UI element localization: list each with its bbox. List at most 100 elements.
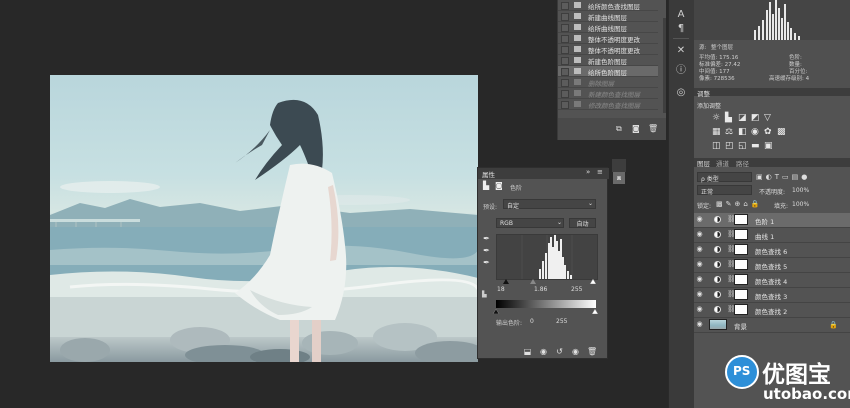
input-black-value[interactable]: 18 bbox=[497, 286, 505, 293]
invert-icon[interactable]: ◫ bbox=[712, 141, 721, 151]
visibility-eye-icon[interactable]: ◉ bbox=[696, 291, 703, 298]
layer-row[interactable]: ◉ 背景 🔒 bbox=[694, 318, 850, 333]
source-value[interactable]: 整个图层 bbox=[711, 43, 733, 51]
visibility-eye-icon[interactable]: ◉ bbox=[571, 347, 580, 356]
vibrance-icon[interactable]: ▽ bbox=[764, 113, 771, 123]
input-sliders[interactable] bbox=[496, 278, 596, 284]
visibility-eye-icon[interactable]: ◉ bbox=[696, 231, 703, 238]
brightness-icon[interactable]: ☼ bbox=[712, 113, 720, 123]
color-lookup-icon[interactable]: ▩ bbox=[777, 127, 786, 137]
layer-mask-thumbnail[interactable] bbox=[734, 214, 748, 225]
character-icon[interactable]: A bbox=[674, 8, 688, 22]
history-checkbox[interactable] bbox=[561, 57, 569, 65]
panel-collapse-icon[interactable] bbox=[612, 159, 626, 172]
new-snapshot-icon[interactable]: ⧉ bbox=[616, 124, 622, 134]
layer-mask-thumbnail[interactable] bbox=[734, 304, 748, 315]
history-item[interactable]: 删除图层 bbox=[558, 77, 658, 88]
layer-mask-thumbnail[interactable] bbox=[734, 289, 748, 300]
info-icon[interactable]: ⓘ bbox=[674, 64, 688, 78]
tab-paths[interactable]: 路径 bbox=[736, 158, 749, 168]
fill-value[interactable]: 100% bbox=[792, 201, 809, 208]
gray-eyedropper-icon[interactable]: ✒ bbox=[482, 246, 491, 255]
history-checkbox[interactable] bbox=[561, 101, 569, 109]
visibility-eye-icon[interactable]: ◉ bbox=[696, 216, 703, 223]
black-white-icon[interactable]: ◧ bbox=[738, 127, 747, 137]
input-white-value[interactable]: 255 bbox=[571, 286, 582, 293]
layer-row[interactable]: ◉ ⛓ 颜色查找 6 bbox=[694, 243, 850, 258]
history-checkbox[interactable] bbox=[561, 24, 569, 32]
white-eyedropper-icon[interactable]: ✒ bbox=[482, 258, 491, 267]
layer-row[interactable]: ◉ ⛓ 颜色查找 2 bbox=[694, 303, 850, 318]
camera-icon[interactable]: ◙ bbox=[632, 124, 640, 133]
history-item[interactable]: 新建颜色查找图层 bbox=[558, 88, 658, 99]
blend-mode-select[interactable]: 正常 bbox=[697, 185, 752, 196]
filter-icons[interactable]: ▣◐T▭▤● bbox=[756, 173, 810, 181]
exposure-icon[interactable]: ◩ bbox=[751, 113, 760, 123]
layer-row[interactable]: ◉ ⛓ 色阶 1 bbox=[694, 213, 850, 228]
clip-to-layer-icon[interactable]: ⬓ bbox=[523, 347, 532, 356]
hue-saturation-icon[interactable]: ▦ bbox=[712, 127, 721, 137]
properties-dock-icon[interactable]: ⧈ bbox=[613, 172, 625, 184]
history-item[interactable]: 整体不透明度更改 bbox=[558, 33, 658, 44]
levels-icon[interactable]: ▙ bbox=[725, 113, 732, 123]
visibility-eye-icon[interactable]: ◉ bbox=[696, 246, 703, 253]
output-sliders[interactable] bbox=[492, 308, 600, 314]
layer-row[interactable]: ◉ ⛓ 颜色查找 4 bbox=[694, 273, 850, 288]
output-black-value[interactable]: 0 bbox=[530, 318, 534, 325]
history-item[interactable]: 修改颜色查找图层 bbox=[558, 99, 658, 110]
color-balance-icon[interactable]: ⚖ bbox=[725, 127, 733, 137]
collapse-icon[interactable]: » bbox=[586, 168, 590, 176]
posterize-icon[interactable]: ◰ bbox=[725, 141, 734, 151]
gradient-map-icon[interactable]: ▬ bbox=[751, 141, 760, 151]
history-scrollbar[interactable] bbox=[663, 18, 666, 113]
visibility-eye-icon[interactable]: ◉ bbox=[696, 276, 703, 283]
layer-row[interactable]: ◉ ⛓ 曲线 1 bbox=[694, 228, 850, 243]
mask-icon[interactable]: ◙ bbox=[495, 181, 503, 190]
history-checkbox[interactable] bbox=[561, 2, 569, 10]
history-item[interactable]: 新建曲线图层 bbox=[558, 11, 658, 22]
history-item[interactable]: 整体不透明度更改 bbox=[558, 44, 658, 55]
trash-icon[interactable]: 🗑 bbox=[648, 124, 658, 133]
brush-settings-icon[interactable]: ◎ bbox=[674, 86, 688, 100]
input-gamma-value[interactable]: 1.86 bbox=[534, 286, 547, 293]
layer-mask-thumbnail[interactable] bbox=[734, 274, 748, 285]
history-checkbox[interactable] bbox=[561, 46, 569, 54]
panel-menu-icon[interactable]: ≡ bbox=[597, 168, 603, 176]
auto-button[interactable]: 自动 bbox=[569, 218, 596, 228]
trash-icon[interactable]: 🗑 bbox=[587, 347, 597, 356]
tools-icon[interactable]: ✕ bbox=[674, 44, 688, 58]
tab-adjustments[interactable]: 调整 bbox=[697, 88, 710, 98]
history-item[interactable]: 新建色阶图层 bbox=[558, 55, 658, 66]
canvas-image[interactable] bbox=[50, 75, 478, 362]
history-checkbox[interactable] bbox=[561, 79, 569, 87]
tab-layers[interactable]: 图层 bbox=[697, 158, 710, 168]
channel-select[interactable]: RGB ⌄ bbox=[496, 218, 564, 228]
history-checkbox[interactable] bbox=[561, 35, 569, 43]
history-item[interactable]: 给所颜色查找图层 bbox=[558, 0, 658, 11]
tab-channels[interactable]: 通道 bbox=[716, 158, 729, 168]
history-checkbox[interactable] bbox=[561, 68, 569, 76]
black-eyedropper-icon[interactable]: ✒ bbox=[482, 234, 491, 243]
curves-icon[interactable]: ◪ bbox=[738, 113, 747, 123]
paragraph-icon[interactable]: ¶ bbox=[674, 22, 688, 36]
threshold-icon[interactable]: ◱ bbox=[738, 141, 747, 151]
layer-mask-thumbnail[interactable] bbox=[734, 229, 748, 240]
preset-select[interactable]: 自定 ⌄ bbox=[503, 199, 596, 210]
layer-mask-thumbnail[interactable] bbox=[734, 259, 748, 270]
layer-kind-filter[interactable]: ρ 类型 bbox=[697, 172, 752, 183]
layer-mask-thumbnail[interactable] bbox=[734, 244, 748, 255]
visibility-eye-icon[interactable]: ◉ bbox=[696, 261, 703, 268]
opacity-value[interactable]: 100% bbox=[792, 187, 809, 194]
view-previous-icon[interactable]: ◉ bbox=[539, 347, 548, 356]
history-checkbox[interactable] bbox=[561, 90, 569, 98]
history-item[interactable]: 给所曲线图层 bbox=[558, 22, 658, 33]
lock-icons[interactable]: ▩✎⊕⌂🔒 bbox=[716, 200, 763, 208]
history-item[interactable]: 给所色阶图层 bbox=[558, 66, 658, 77]
selective-color-icon[interactable]: ▣ bbox=[764, 141, 773, 151]
reset-icon[interactable]: ↺ bbox=[555, 347, 564, 356]
visibility-eye-icon[interactable]: ◉ bbox=[696, 321, 703, 328]
channel-mixer-icon[interactable]: ✿ bbox=[764, 127, 772, 137]
output-white-value[interactable]: 255 bbox=[556, 318, 567, 325]
history-checkbox[interactable] bbox=[561, 13, 569, 21]
layer-row[interactable]: ◉ ⛓ 颜色查找 3 bbox=[694, 288, 850, 303]
